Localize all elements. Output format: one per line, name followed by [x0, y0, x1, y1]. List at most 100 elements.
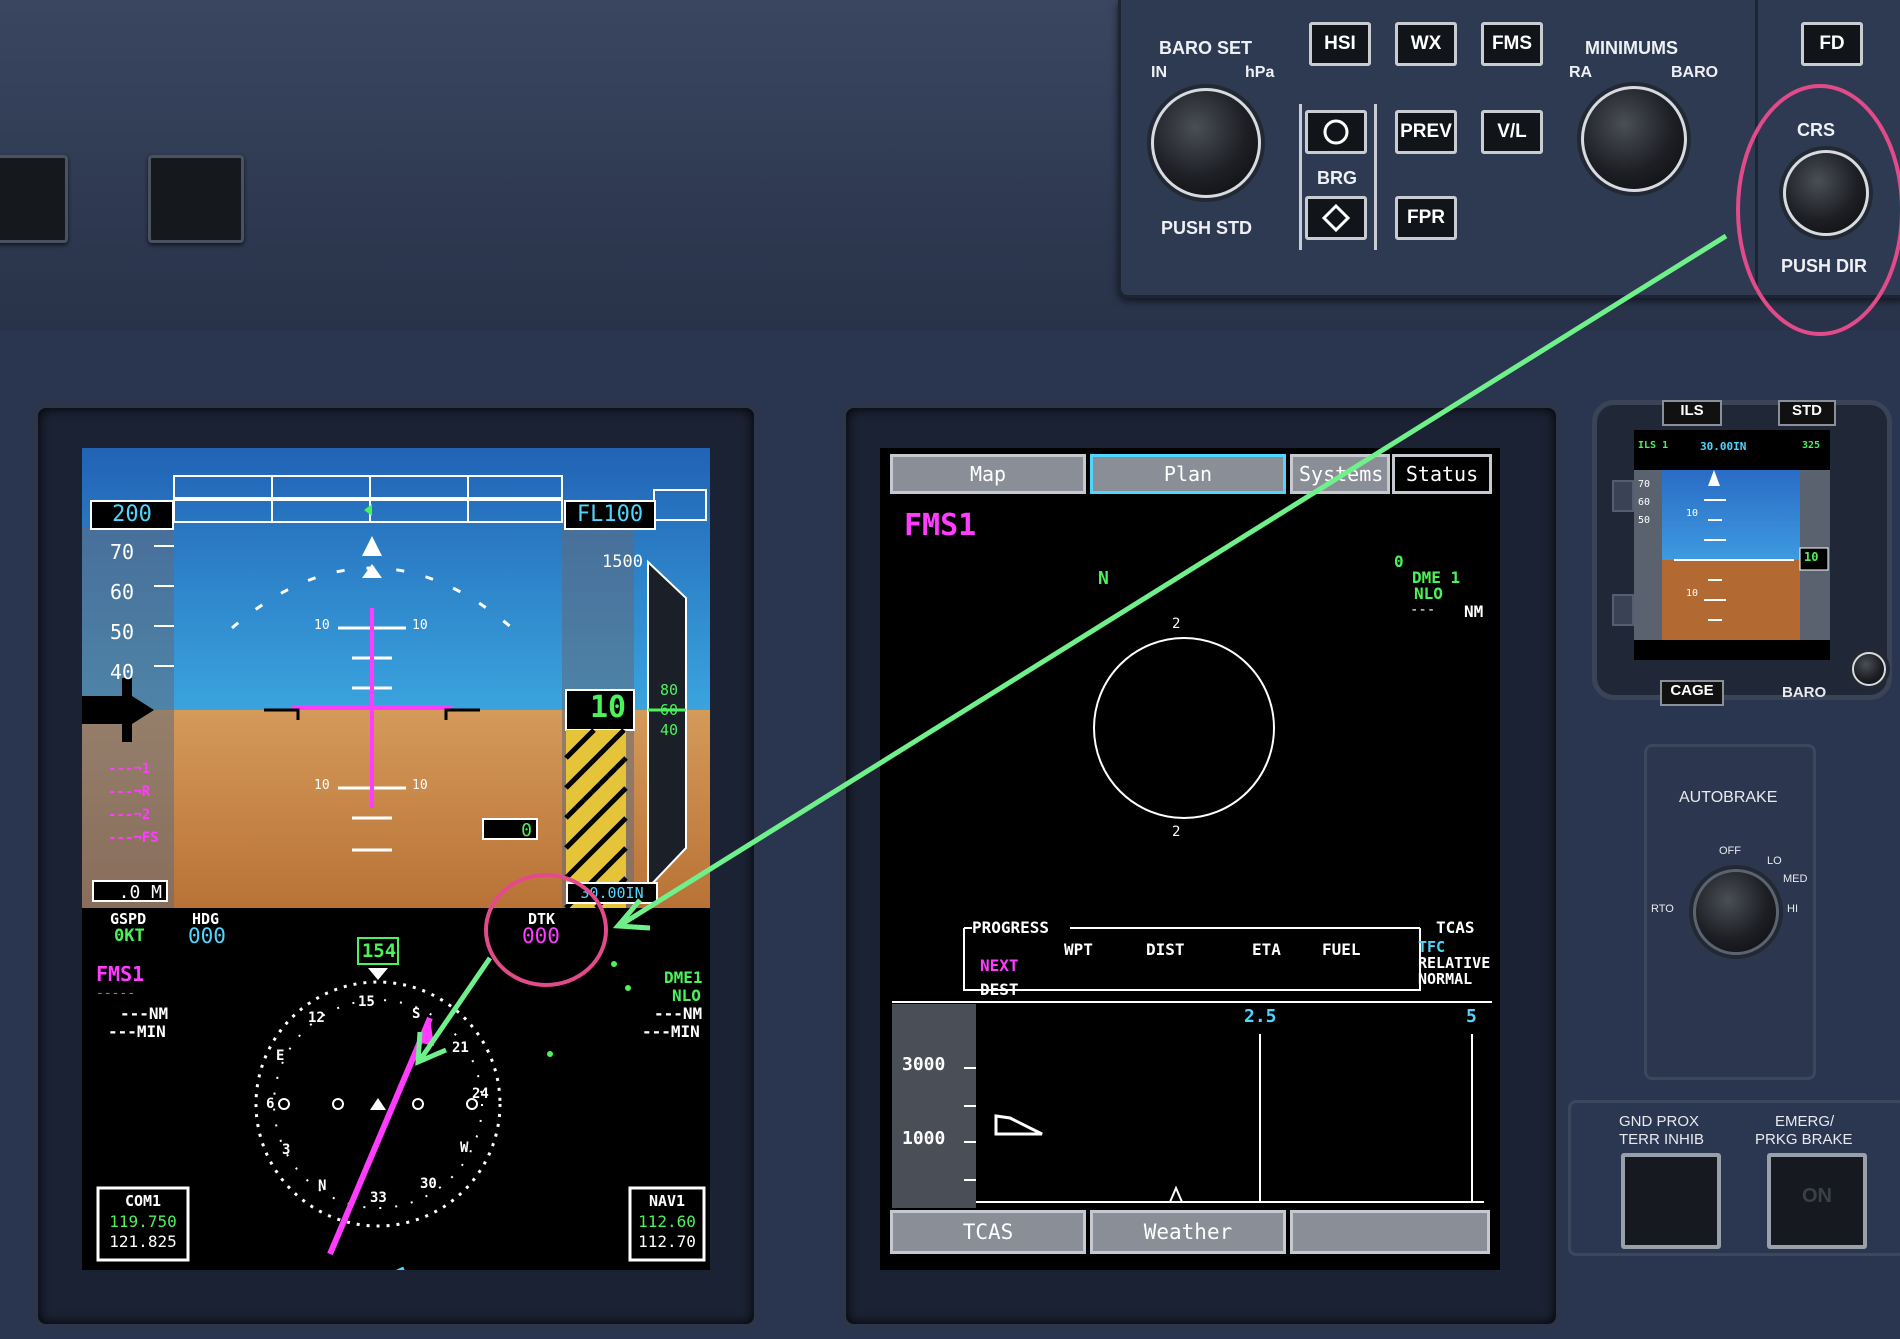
autobrake-med: MED — [1783, 873, 1808, 885]
left-switch[interactable] — [0, 155, 68, 243]
cage-button[interactable]: CAGE — [1660, 680, 1724, 706]
autobrake-panel: AUTOBRAKE OFF LO MED HI RTO — [1644, 744, 1816, 1080]
vl-button[interactable]: V/L — [1481, 110, 1543, 154]
profile-y-label: 1000 — [902, 1128, 946, 1149]
com-active: 119.750 — [109, 1212, 177, 1231]
speed-tick: 50 — [110, 620, 135, 644]
terr-inhib-switch[interactable] — [1621, 1153, 1721, 1249]
terr-inhib-label: TERR INHIB — [1619, 1131, 1705, 1148]
standby-graphics — [1674, 470, 1829, 621]
compass-label: E — [276, 1048, 285, 1064]
min-line: ---MIN — [108, 1022, 166, 1041]
progress-col-dist: DIST — [1146, 940, 1185, 959]
crs-label: CRS — [1797, 120, 1836, 140]
compass-label: W — [460, 1140, 469, 1156]
compass-label: 15 — [358, 994, 375, 1010]
autobrake-off: OFF — [1719, 845, 1741, 857]
wx-button[interactable]: WX — [1395, 22, 1457, 66]
circle-icon — [1323, 119, 1349, 145]
minimums-line: ---¬2 — [108, 807, 151, 823]
com-label: COM1 — [124, 1192, 162, 1210]
standby-speed-tick: 60 — [1638, 497, 1651, 508]
speed-target: 200 — [90, 500, 174, 530]
alt-digit: 80 — [660, 681, 679, 699]
hsi-button[interactable]: HSI — [1309, 22, 1371, 66]
push-dir-label: PUSH DIR — [1781, 256, 1868, 276]
autobrake-lo: LO — [1767, 855, 1782, 867]
parking-brake-switch[interactable]: ON — [1767, 1153, 1867, 1249]
primary-flight-display: 200 FL100 70 60 50 40 1500 10 80 60 40 1… — [82, 448, 710, 1270]
speed-tick: 60 — [110, 580, 135, 604]
pitch-mark: 10 — [412, 618, 428, 633]
altitude-target: FL100 — [564, 500, 656, 530]
standby-speed-ticks: 70 60 50 — [1638, 476, 1650, 530]
center-switch[interactable] — [148, 155, 244, 243]
compass-label: 21 — [452, 1040, 469, 1056]
compass-label: 6 — [266, 1096, 275, 1112]
dme-min: ---MIN — [642, 1022, 700, 1041]
pitch-mark: 10 — [412, 778, 428, 793]
standby-plus-button[interactable] — [1612, 480, 1634, 512]
baro-in-label: IN — [1151, 64, 1167, 81]
diamond-icon — [1321, 203, 1351, 233]
speed-ticks: 70 60 50 40 — [110, 532, 150, 692]
tab-weather[interactable]: Weather — [1090, 1210, 1286, 1254]
standby-speed-tick: 50 — [1638, 515, 1651, 526]
brg-circle-button[interactable] — [1305, 110, 1367, 154]
prev-button[interactable]: PREV — [1395, 110, 1457, 154]
tab-tcas[interactable]: TCAS — [890, 1210, 1086, 1254]
autobrake-selector-knob[interactable] — [1693, 869, 1779, 955]
brg-diamond-button[interactable] — [1305, 196, 1367, 240]
brg-label: BRG — [1317, 168, 1357, 188]
hdg-value: 000 — [188, 924, 226, 948]
autobrake-title: AUTOBRAKE — [1679, 789, 1778, 806]
standby-pitch-mark: 10 — [1686, 508, 1699, 519]
compass-label: 3 — [282, 1142, 291, 1158]
on-indicator: ON — [1802, 1185, 1832, 1207]
fms-button[interactable]: FMS — [1481, 22, 1543, 66]
ring-bottom-label: 2 — [1172, 824, 1181, 840]
prkg-brake-label: PRKG BRAKE — [1755, 1131, 1853, 1148]
standby-speed-tick: 70 — [1638, 479, 1651, 490]
standby-alt: 10 — [1804, 550, 1819, 564]
altitude-readout: 10 — [590, 690, 627, 725]
nav-label: NAV1 — [648, 1192, 686, 1210]
compass-label: 24 — [472, 1086, 489, 1102]
minimums-knob[interactable] — [1581, 86, 1687, 192]
minimums-line: ---¬R — [108, 784, 151, 800]
baro-setting: 30.00IN — [566, 882, 658, 904]
heading-box-value: 154 — [361, 940, 397, 962]
standby-display: ILS 1 30.00IN 325 70 60 50 10 10 10 — [1634, 430, 1830, 660]
speed-tick: 40 — [110, 660, 135, 684]
standby-baro-label: BARO — [1782, 684, 1827, 701]
tab-empty[interactable] — [1290, 1210, 1490, 1254]
standby-minus-button[interactable] — [1612, 594, 1634, 626]
dtk-value: 000 — [522, 924, 560, 948]
mach-readout: .0 M — [92, 880, 168, 903]
alt-digit: 40 — [660, 721, 679, 739]
fpr-button[interactable]: FPR — [1395, 196, 1457, 240]
standby-std-button[interactable]: STD — [1778, 400, 1836, 426]
alt-digit: 60 — [660, 701, 679, 719]
ring-top-label: 2 — [1172, 616, 1181, 632]
standby-ils1: ILS 1 — [1638, 440, 1669, 451]
push-std-label: PUSH STD — [1161, 218, 1253, 238]
autobrake-rto: RTO — [1651, 903, 1674, 915]
baro-set-knob[interactable] — [1151, 88, 1261, 198]
alt-tape-digits: 80 60 40 — [660, 680, 678, 740]
profile-y-label: 3000 — [902, 1054, 946, 1075]
fd-button[interactable]: FD — [1801, 22, 1863, 66]
crs-knob[interactable] — [1783, 150, 1869, 236]
gnd-prox-label: GND PROX — [1619, 1113, 1700, 1130]
vs-box: 0 — [482, 818, 538, 841]
pitch-mark: 10 — [314, 618, 330, 633]
progress-col-fuel: FUEL — [1322, 940, 1361, 959]
tcas-title: TCAS — [1436, 918, 1475, 937]
standby-ils-button[interactable]: ILS — [1662, 400, 1722, 426]
standby-baro-knob[interactable] — [1852, 652, 1886, 686]
fms-dashes: ----- — [96, 986, 136, 1001]
baro-set-label: BARO SET — [1159, 38, 1253, 58]
profile-x-label: 5 — [1466, 1006, 1477, 1027]
compass-label: 33 — [370, 1190, 387, 1206]
com-standby: 121.825 — [109, 1232, 177, 1251]
